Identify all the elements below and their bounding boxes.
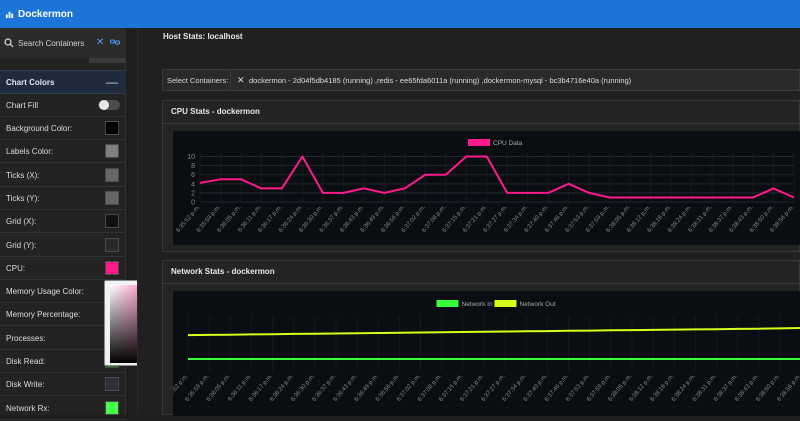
chart-colors-section-header[interactable]: Chart Colors — (0, 70, 126, 94)
color-setting-label: Memory Percentage: (6, 310, 81, 320)
host-stats-title: Host Stats: localhost (163, 32, 243, 41)
search-bar[interactable]: Search Containers ✕ (0, 28, 126, 58)
toggle-knob (99, 100, 109, 110)
color-setting-row: Background Color: (0, 117, 126, 140)
chart-fill-row: Chart Fill (0, 94, 126, 117)
legend-label: Network In (462, 301, 493, 308)
link-icon[interactable] (110, 38, 120, 46)
color-setting-row: Disk Write: (0, 373, 126, 397)
color-swatch[interactable] (105, 144, 119, 159)
color-setting-label: Processes: (6, 333, 46, 343)
color-setting-row: Grid (Y): (0, 234, 126, 257)
color-setting-label: Labels Color: (6, 147, 54, 157)
y-tick-label: 8 (191, 163, 195, 170)
container-selector[interactable]: Select Containers: ✕ dockermon - 2d04f5d… (162, 69, 800, 91)
series-line (199, 155, 795, 199)
network-stats-card: Network Stats - dockermon 6:35:52 p.m. 6:… (162, 260, 800, 416)
color-setting-label: Disk Write: (6, 380, 45, 390)
section-title: Chart Colors (6, 78, 55, 87)
network-chart: 6:35:52 p.m.6:35:59 p.m.6:36:05 p.m.6:36… (163, 300, 800, 403)
legend-label: CPU Data (493, 140, 523, 147)
color-setting-label: Background Color: (6, 124, 73, 133)
color-setting-row: CPU: (0, 257, 126, 280)
color-swatch[interactable] (105, 121, 119, 135)
color-setting-row: Network Rx: (0, 397, 126, 420)
series-line (187, 327, 800, 337)
color-setting-label: Disk Read: (6, 357, 46, 366)
collapse-icon[interactable]: — (106, 75, 118, 89)
card-divider (163, 283, 799, 284)
horizontal-scrollbar[interactable] (89, 58, 126, 63)
color-setting-label: Ticks (Y): (6, 193, 40, 203)
chart-fill-label: Chart Fill (6, 101, 39, 110)
search-icon (4, 38, 14, 48)
color-setting-label: Network Rx: (6, 403, 50, 413)
legend-label: Network Out (520, 301, 556, 308)
y-tick-label: 0 (191, 200, 195, 207)
network-stats-title: Network Stats - dockermon (171, 267, 275, 276)
card-divider (163, 123, 799, 124)
color-setting-label: Ticks (X): (6, 170, 40, 180)
cpu-stats-title: CPU Stats - dockermon (171, 107, 260, 116)
legend-swatch (468, 139, 490, 146)
app-title: Dockermon (18, 8, 74, 20)
color-swatch[interactable] (105, 377, 119, 392)
search-input[interactable]: Search Containers (18, 39, 84, 48)
y-tick-label: 10 (187, 154, 195, 161)
chart-fill-toggle[interactable] (98, 100, 120, 110)
color-swatch[interactable] (105, 260, 119, 275)
legend-swatch (436, 300, 459, 307)
y-tick-label: 6 (191, 172, 195, 179)
color-swatch[interactable] (105, 237, 119, 252)
y-tick-label: 4 (191, 181, 195, 188)
chart-logo-icon (5, 11, 14, 18)
clear-search-icon[interactable]: ✕ (96, 37, 104, 48)
app-header: Dockermon (0, 0, 800, 28)
color-setting-label: Grid (X): (6, 217, 37, 227)
network-chart-area: 6:35:52 p.m. 6:35:59 p.m. 6:36:05 p.m. 6:36… (163, 291, 800, 416)
cpu-stats-card: CPU Stats - dockermon 0 2 4 6 8 10 6:35:52 p.m… (162, 100, 800, 252)
color-swatch[interactable] (105, 167, 119, 182)
color-setting-row: Ticks (Y): (0, 187, 126, 210)
color-setting-label: Grid (Y): (6, 240, 37, 250)
color-setting-row: Grid (X): (0, 210, 126, 234)
cpu-chart: 02468106:35:52 p.m.6:35:59 p.m.6:36:05 p… (175, 139, 796, 234)
color-setting-row: Labels Color: (0, 140, 126, 164)
color-setting-row: Ticks (X): (0, 164, 126, 187)
select-containers-label: Select Containers: (163, 70, 231, 90)
color-setting-label: Memory Usage Color: (6, 287, 84, 297)
cpu-chart-area: 0 2 4 6 8 10 6:35:52 p.m. 6:35:59 p.m. 6:36:05 p… (173, 131, 800, 245)
color-swatch[interactable] (105, 400, 119, 415)
color-swatch[interactable] (105, 214, 119, 229)
legend-swatch (494, 300, 517, 307)
selected-containers-value[interactable]: dockermon - 2d04f5db4185 (running) ,redi… (249, 76, 631, 85)
clear-selection-icon[interactable]: ✕ (237, 75, 245, 86)
color-swatch[interactable] (105, 190, 119, 205)
color-setting-label: CPU: (6, 263, 26, 273)
y-tick-label: 2 (191, 190, 195, 197)
